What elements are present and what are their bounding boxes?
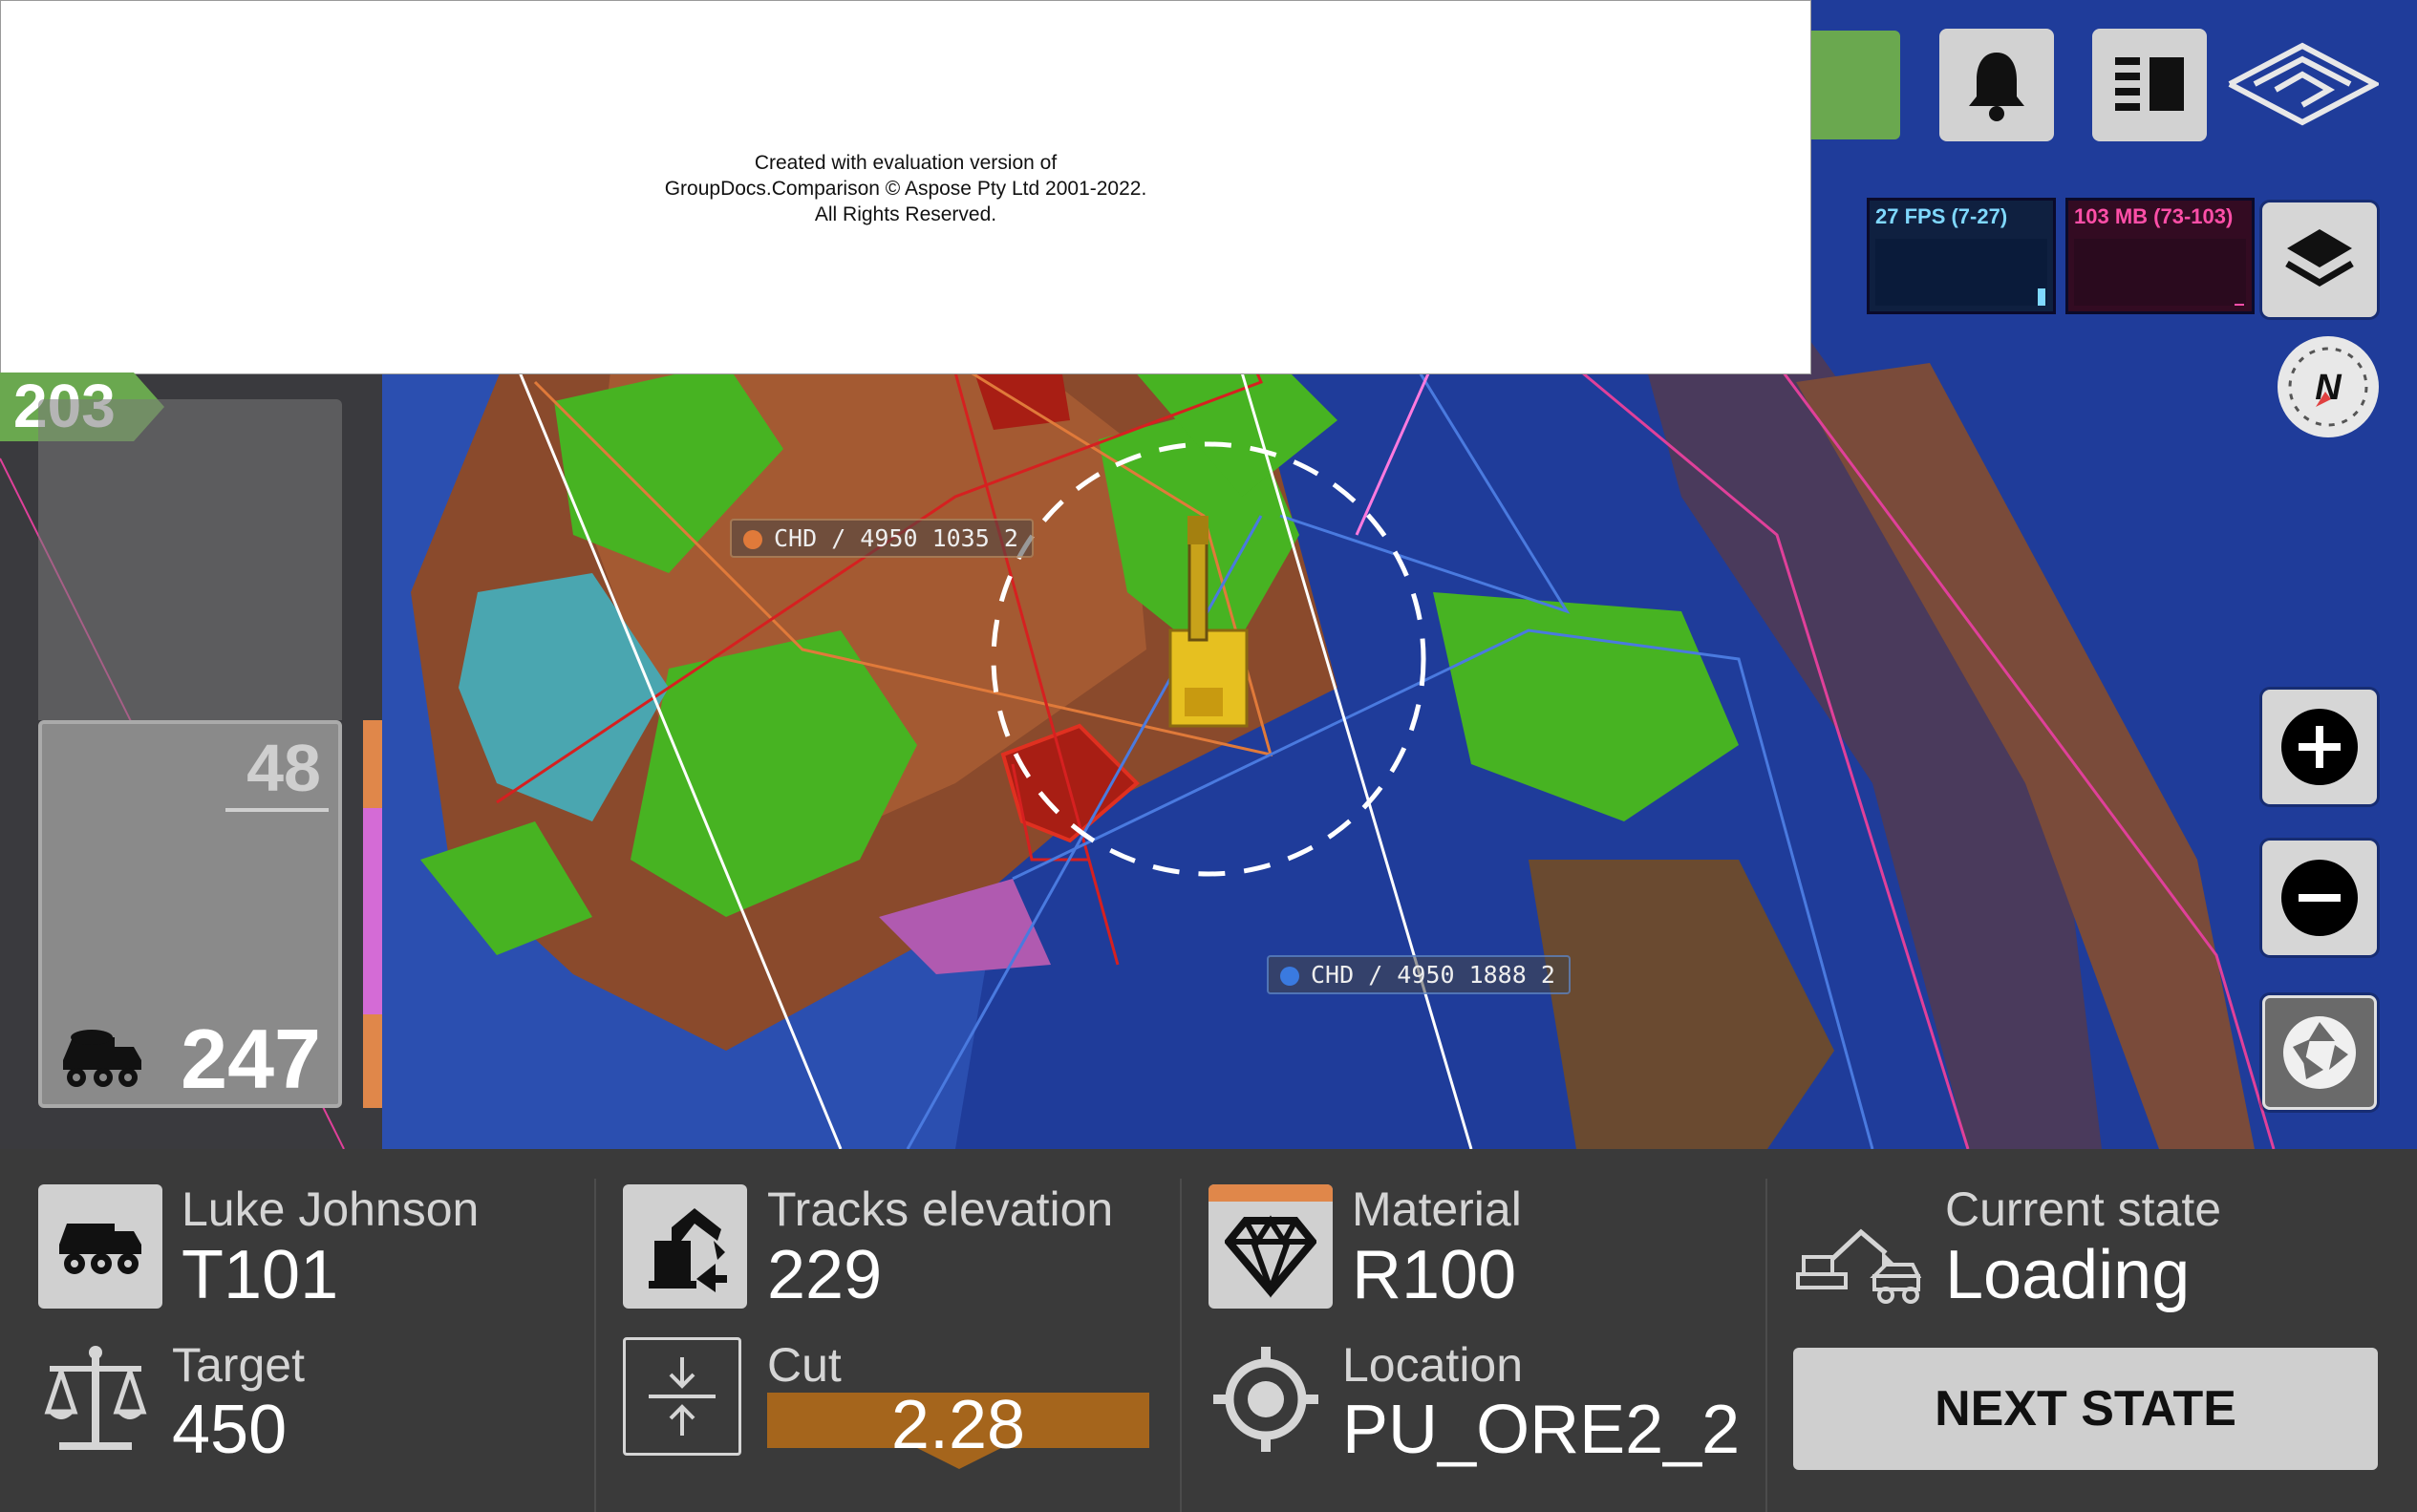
gauge-segment-orange-lower — [363, 1014, 382, 1108]
camera-shutter-icon — [2283, 1016, 2356, 1089]
bell-icon — [1969, 53, 2024, 121]
haul-truck-icon — [59, 1028, 143, 1094]
payload-divider — [225, 808, 329, 812]
camera-button[interactable] — [2262, 995, 2377, 1110]
status-indicator — [1811, 31, 1900, 139]
side-panel-icon — [2115, 57, 2184, 111]
map-label-chd-1035[interactable]: CHD / 4950 1035 2 — [730, 519, 1034, 558]
material-value: R100 — [1352, 1237, 1517, 1313]
fps-text: 27 FPS (7-27) — [1875, 204, 2008, 228]
gauge-segment-orange — [363, 720, 382, 808]
loading-excavator-truck-icon — [1794, 1225, 1924, 1310]
eval-line-3: All Rights Reserved. — [814, 203, 997, 225]
panel-toggle-button[interactable] — [2092, 29, 2207, 141]
material-label: Material — [1352, 1182, 1522, 1236]
location-label: Location — [1342, 1338, 1524, 1392]
compass-icon: N — [2288, 347, 2368, 427]
map-label-text: CHD / 4950 1888 2 — [1311, 961, 1555, 989]
target-label: Target — [172, 1338, 305, 1392]
load-progress-column — [38, 399, 342, 720]
tracks-value: 229 — [767, 1237, 883, 1313]
diamond-icon — [1225, 1215, 1316, 1298]
state-value: Loading — [1945, 1237, 2191, 1313]
cut-value: 2.28 — [890, 1387, 1026, 1463]
scale-icon — [40, 1345, 151, 1459]
next-state-button[interactable]: NEXT STATE — [1793, 1348, 2378, 1470]
truck-id: T101 — [182, 1237, 339, 1313]
excavator-tile — [623, 1184, 747, 1309]
layers-button[interactable] — [2262, 202, 2377, 317]
truck-tile — [38, 1184, 162, 1309]
memory-monitor: 103 MB (73-103) — [2065, 198, 2255, 314]
compass-button[interactable]: N — [2278, 336, 2379, 437]
zoom-in-button[interactable] — [2262, 690, 2377, 804]
panel-divider — [1180, 1179, 1182, 1512]
plus-icon — [2281, 709, 2358, 785]
panel-divider — [1765, 1179, 1767, 1512]
minus-icon — [2281, 860, 2358, 936]
location-crosshair-icon — [1211, 1345, 1320, 1459]
brand-logo-icon — [2226, 42, 2382, 133]
fps-monitor: 27 FPS (7-27) — [1867, 198, 2056, 314]
gauge-segment-pink — [363, 808, 382, 1014]
zoom-out-button[interactable] — [2262, 841, 2377, 955]
eval-line-2: GroupDocs.Comparison © Aspose Pty Ltd 20… — [664, 178, 1147, 200]
dump-truck-icon — [59, 1224, 141, 1274]
blue-dot-icon — [1280, 967, 1299, 986]
map-label-chd-1888[interactable]: CHD / 4950 1888 2 — [1267, 955, 1571, 994]
layers-icon — [2285, 229, 2354, 287]
state-label: Current state — [1945, 1182, 2222, 1236]
material-tile — [1208, 1184, 1333, 1309]
tracks-label: Tracks elevation — [767, 1182, 1114, 1236]
cut-tile — [623, 1337, 741, 1456]
notifications-button[interactable] — [1939, 29, 2054, 141]
eval-line-1: Created with evaluation version of — [754, 152, 1058, 174]
payload-primary-value: 247 — [181, 1012, 321, 1106]
compress-arrows-icon — [649, 1357, 716, 1436]
cut-label: Cut — [767, 1338, 842, 1392]
map-label-text: CHD / 4950 1035 2 — [774, 524, 1018, 552]
payload-secondary-value: 48 — [246, 731, 321, 805]
compass-north-label: N — [2315, 368, 2342, 408]
orange-dot-icon — [743, 530, 762, 549]
material-accent-bar — [1208, 1184, 1333, 1202]
excavator-elevation-icon — [649, 1208, 727, 1292]
target-value: 450 — [172, 1392, 288, 1468]
panel-divider — [594, 1179, 596, 1512]
memory-text: 103 MB (73-103) — [2074, 204, 2234, 228]
evaluation-banner: Created with evaluation version of Group… — [0, 0, 1811, 374]
payload-card: 48 247 — [38, 720, 342, 1108]
location-value: PU_ORE2_2 — [1342, 1392, 1741, 1468]
operator-name: Luke Johnson — [182, 1182, 480, 1236]
